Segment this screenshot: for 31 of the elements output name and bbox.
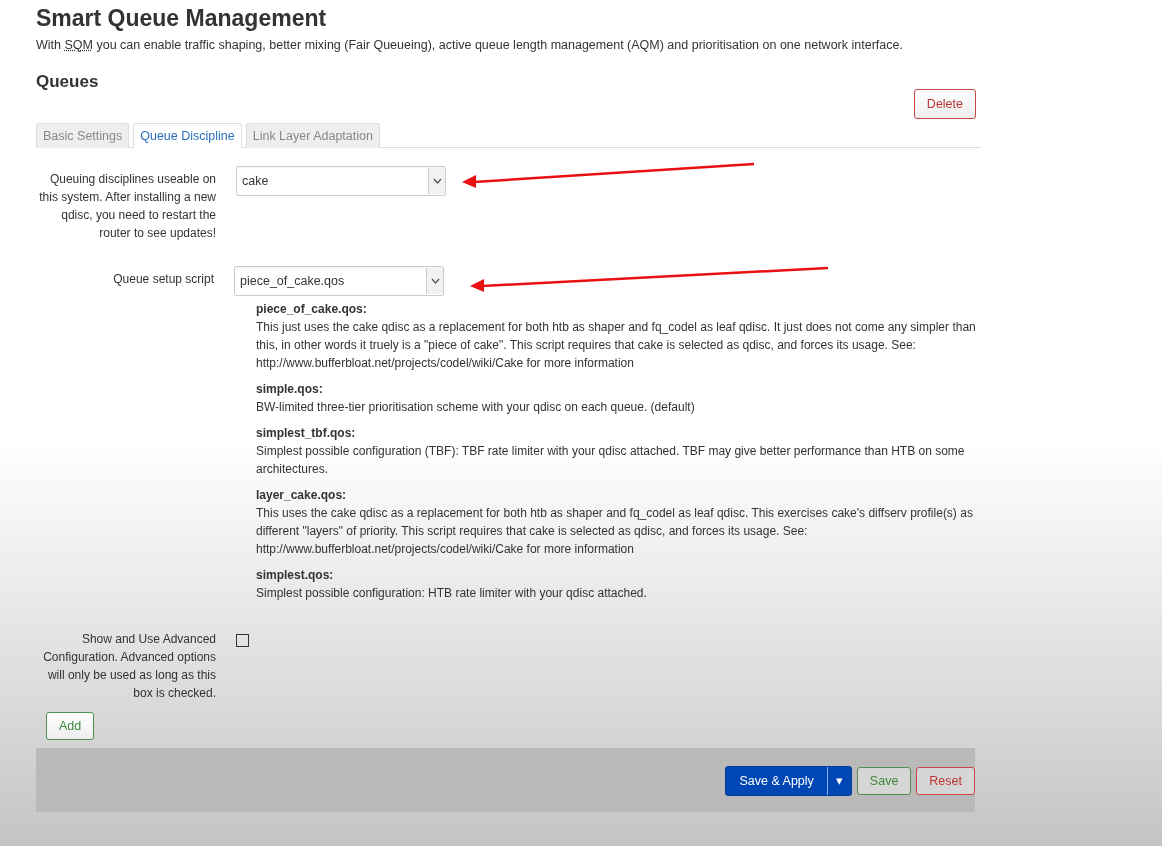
page-description: With SQM you can enable traffic shaping, better mixing (Fair Queueing), active queue length management (AQM) and prioritisation on one network interface. [36, 37, 904, 53]
tab[interactable]: Basic Settings [36, 123, 130, 148]
section-title: Queues [36, 71, 100, 93]
field-label: Queue setup script [112, 271, 214, 288]
script-description: Simplest possible configuration (TBF): TBF rate limiter with your qdisc attached. TBF may give better performance than HTB on some architectures. [256, 443, 966, 478]
caret-icon [430, 278, 440, 284]
script-name: simplest.qos: [256, 567, 335, 584]
delete-button[interactable]: Delete [913, 89, 976, 119]
page-title: Smart Queue Management [36, 4, 328, 32]
script-description: Simplest possible configuration: HTB rate limiter with your qdisc attached. [256, 585, 648, 602]
save-apply-button[interactable]: Save & Apply [726, 766, 827, 795]
script-name: piece_of_cake.qos: [256, 301, 368, 318]
script-name: simplest_tbf.qos: [256, 425, 357, 442]
script-name: layer_cake.qos: [256, 487, 348, 504]
save-button[interactable]: Save [856, 766, 912, 795]
dropdown-toggle[interactable]: ▾ [826, 766, 851, 795]
add-button[interactable]: Add [46, 712, 95, 740]
script-description: This uses the cake qdisc as a replacement for both htb as shaper and fq_codel as leaf qdisc. This exercises cake's diffserv profile(s) as different "layers" of priority. This script requires that cake is selected as qdisc, and forces its usage. See: http://www.bufferbloat.net/projects/codel/wiki/Cake for more information [256, 505, 974, 558]
script-description: BW-limited three-tier prioritisation scheme with your qdisc on each queue. (default) [256, 399, 696, 416]
select-field[interactable]: cake [236, 166, 446, 196]
field-label: Show and Use Advanced Configuration. Advanced options will only be used as long as this box is checked. [42, 631, 216, 702]
script-description: This just uses the cake qdisc as a replacement for both htb as shaper and fq_codel as leaf qdisc. It just does not come any simpler than this, in other words it truely is a "piece of cake". This script requires that cake is selected as qdisc, and forces its usage. See: http://www.bufferbloat.net/projects/codel/wiki/Cake for more information [256, 319, 976, 372]
caret-icon [432, 178, 442, 184]
save-apply-split-button[interactable]: Save & Apply ▾ [725, 765, 852, 796]
tab[interactable]: Queue Discipline [133, 123, 242, 148]
script-name: simple.qos: [256, 381, 324, 398]
field-label: Queuing disciplines useable on this system. After installing a new qdisc, you need to restart the router to see updates! [38, 171, 216, 242]
checkbox[interactable] [236, 634, 249, 647]
tab[interactable]: Link Layer Adaptation [245, 123, 380, 148]
select-field[interactable]: piece_of_cake.qos [234, 266, 444, 296]
reset-button[interactable]: Reset [916, 766, 975, 795]
